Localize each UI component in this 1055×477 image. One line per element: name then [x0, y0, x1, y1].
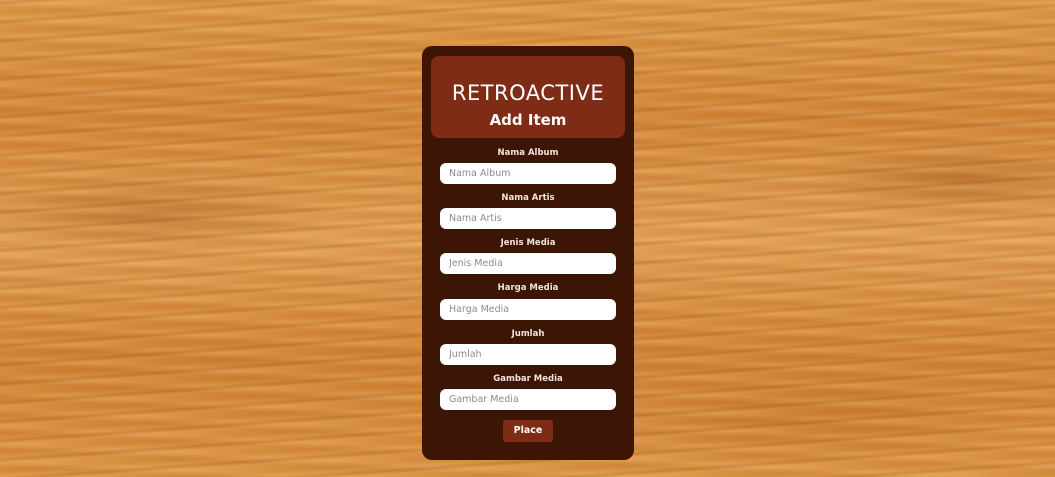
media-image-label: Gambar Media [493, 374, 563, 384]
add-item-card: RETROACTIVE Add Item Nama Album Nama Art… [422, 46, 634, 460]
album-name-input[interactable] [440, 163, 616, 184]
album-name-label: Nama Album [497, 148, 559, 158]
media-type-input[interactable] [440, 253, 616, 274]
media-price-input[interactable] [440, 299, 616, 320]
artist-name-label: Nama Artis [501, 193, 555, 203]
place-button[interactable]: Place [503, 420, 553, 442]
media-type-label: Jenis Media [500, 238, 556, 248]
media-price-label: Harga Media [497, 283, 559, 293]
artist-name-input[interactable] [440, 208, 616, 229]
media-image-input[interactable] [440, 389, 616, 410]
page-title: Add Item [489, 111, 567, 129]
quantity-input[interactable] [440, 344, 616, 365]
brand-title: RETROACTIVE [451, 81, 605, 105]
quantity-label: Jumlah [511, 329, 545, 339]
card-header: RETROACTIVE Add Item [431, 56, 625, 138]
